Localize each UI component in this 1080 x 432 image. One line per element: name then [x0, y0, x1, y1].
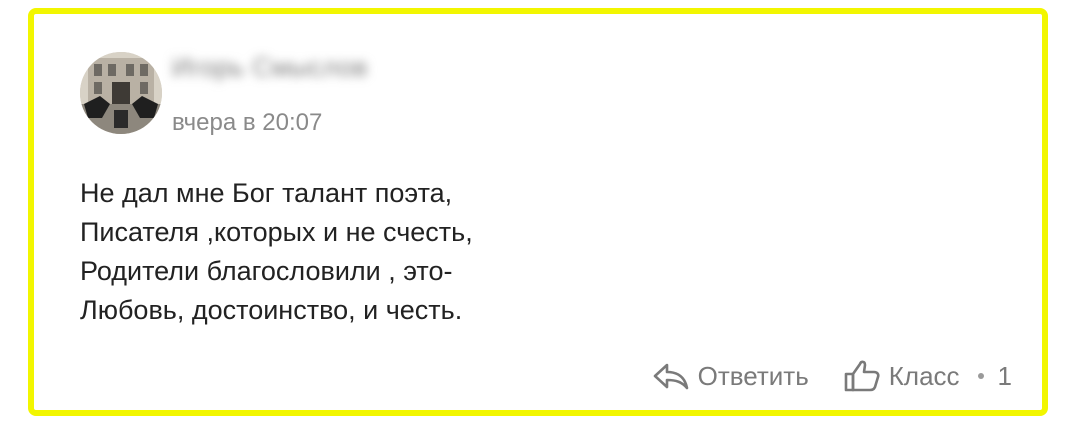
reply-arrow-icon	[653, 363, 688, 390]
comment-timestamp: вчера в 20:07	[172, 109, 323, 136]
comment-actions: Ответить Класс 1	[652, 359, 1012, 393]
comment-text-line: Не дал мне Бог талант поэта,	[80, 178, 453, 208]
comment-text-line: Любовь, достоинство, и честь.	[80, 295, 463, 325]
comment-text: Не дал мне Бог талант поэта, Писателя ,к…	[80, 174, 473, 330]
avatar-image	[80, 52, 162, 134]
reply-button[interactable]: Ответить	[652, 361, 809, 392]
comment-text-line: Родители благословили , это-	[80, 256, 453, 286]
thumbs-up-icon	[844, 360, 880, 392]
avatar[interactable]	[80, 52, 162, 134]
separator-dot	[977, 373, 984, 379]
author-name[interactable]: Игорь Смыслов	[172, 52, 368, 83]
like-label: Класс	[888, 360, 960, 391]
like-button[interactable]: Класс	[843, 359, 960, 393]
comment-text-line: Писателя ,которых и не счесть,	[80, 217, 473, 247]
comment-card: Игорь Смыслов вчера в 20:07 Не дал мне Б…	[28, 8, 1048, 416]
like-count[interactable]: 1	[998, 361, 1012, 392]
reply-label: Ответить	[697, 360, 809, 391]
